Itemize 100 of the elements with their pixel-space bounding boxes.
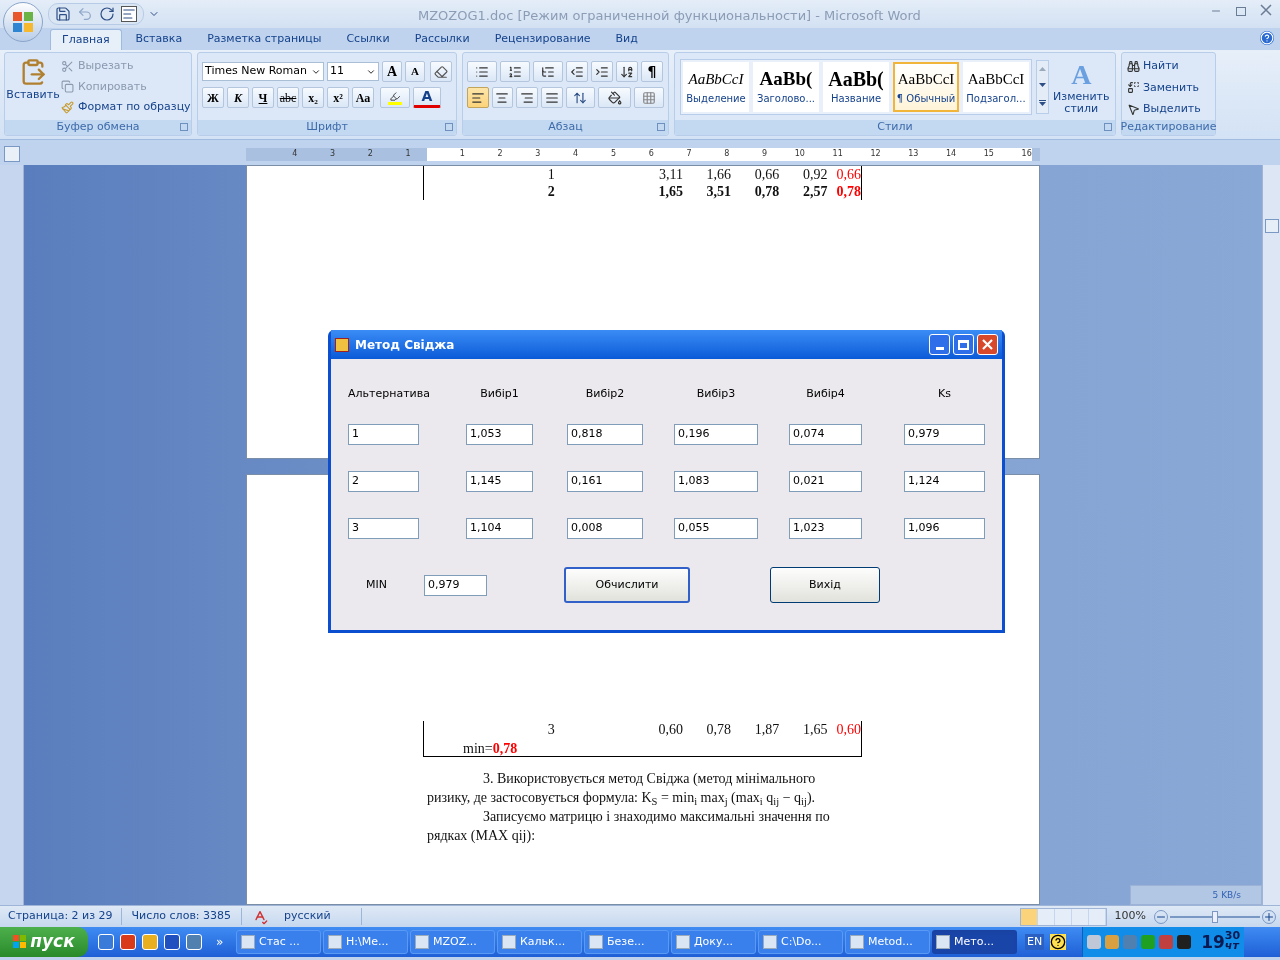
quick-launch-icon[interactable]: [186, 934, 202, 950]
shading-button[interactable]: [598, 87, 632, 108]
vertical-scrollbar[interactable]: [1262, 165, 1280, 905]
grow-font-button[interactable]: A: [382, 61, 402, 82]
format-button[interactable]: К: [227, 87, 249, 108]
zoom-slider[interactable]: [1170, 910, 1260, 923]
value-field[interactable]: 1,145: [466, 471, 533, 492]
dialog-launcher-icon[interactable]: [445, 123, 453, 131]
taskbar-button[interactable]: Мето...: [932, 930, 1017, 954]
increase-indent-button[interactable]: [591, 61, 613, 82]
value-field[interactable]: 0,196: [674, 424, 758, 445]
decrease-indent-button[interactable]: [566, 61, 588, 82]
highlight-button[interactable]: [380, 87, 410, 108]
ribbon-tab[interactable]: Разметка страницы: [196, 29, 333, 50]
value-field[interactable]: 0,161: [567, 471, 643, 492]
tray-icon[interactable]: [1177, 935, 1192, 949]
value-field[interactable]: 0,074: [789, 424, 862, 445]
bullets-button[interactable]: [467, 61, 497, 82]
value-field[interactable]: 1,083: [674, 471, 758, 492]
editing-button[interactable]: Найти: [1127, 58, 1210, 75]
value-field[interactable]: 3: [348, 518, 419, 539]
ribbon-tab[interactable]: Вид: [604, 29, 649, 50]
style-item[interactable]: AaBbCcI Подзагол...: [963, 61, 1029, 112]
quick-launch-icon[interactable]: [120, 934, 136, 950]
styles-scroll[interactable]: [1036, 59, 1049, 114]
line-spacing-button[interactable]: [565, 87, 596, 108]
close-button[interactable]: [977, 334, 998, 355]
format-button[interactable]: Aa: [352, 87, 374, 108]
align-right-button[interactable]: [516, 87, 538, 108]
font-name-field[interactable]: Times New Roman: [202, 62, 324, 81]
value-field[interactable]: 2: [348, 471, 419, 492]
value-field[interactable]: 1,053: [466, 424, 533, 445]
value-field[interactable]: 0,055: [674, 518, 758, 539]
tray-icon[interactable]: [1087, 935, 1102, 949]
shrink-font-button[interactable]: A: [405, 61, 425, 82]
help-icon[interactable]: [1050, 934, 1067, 950]
value-field[interactable]: 1,104: [466, 518, 533, 539]
quick-launch-icon[interactable]: [98, 934, 114, 950]
ribbon-tab[interactable]: Ссылки: [335, 29, 401, 50]
style-item[interactable]: AaBb( Заголово...: [753, 61, 819, 112]
value-field[interactable]: 0,008: [567, 518, 643, 539]
minimize-button[interactable]: [929, 334, 950, 355]
taskbar-button[interactable]: Безе...: [584, 930, 669, 954]
style-item[interactable]: AaBb( Название: [823, 61, 889, 112]
multilevel-list-button[interactable]: [533, 61, 563, 82]
taskbar-button[interactable]: Стас ...: [236, 930, 321, 954]
dialog-launcher-icon[interactable]: [1104, 123, 1112, 131]
numbering-button[interactable]: [500, 61, 530, 82]
taskbar-button[interactable]: Кальк...: [497, 930, 582, 954]
change-styles-button[interactable]: A Изменить стили: [1052, 58, 1110, 115]
close-icon[interactable]: [1260, 4, 1272, 18]
sort-button[interactable]: [616, 61, 638, 82]
format-button[interactable]: Ч: [252, 87, 274, 108]
page-count[interactable]: Страница: 2 из 29: [0, 908, 122, 925]
save-icon[interactable]: [55, 6, 71, 22]
ribbon-tab[interactable]: Рецензирование: [483, 29, 602, 50]
taskbar-button[interactable]: C:\Do...: [758, 930, 843, 954]
font-size-field[interactable]: 11: [327, 62, 379, 81]
ribbon-tab[interactable]: Вставка: [124, 29, 194, 50]
dialog-launcher-icon[interactable]: [657, 123, 665, 131]
format-button[interactable]: x₂: [302, 87, 324, 108]
spelling-icon[interactable]: [252, 908, 269, 925]
restore-icon[interactable]: [1236, 7, 1246, 16]
language-status[interactable]: русский: [284, 908, 362, 925]
editing-button[interactable]: Выделить: [1127, 101, 1210, 118]
office-button[interactable]: [3, 2, 43, 42]
tab-selector[interactable]: [4, 146, 20, 162]
format-button[interactable]: Ж: [202, 87, 224, 108]
value-field[interactable]: 1,124: [904, 471, 985, 492]
taskbar-button[interactable]: H:\Ме...: [323, 930, 408, 954]
value-field[interactable]: 0,021: [789, 471, 862, 492]
format-painter-button[interactable]: Формат по образцу: [61, 99, 191, 116]
font-color-button[interactable]: A: [413, 87, 441, 108]
language-indicator[interactable]: EN: [1025, 933, 1045, 951]
align-left-button[interactable]: [467, 87, 489, 108]
min-field[interactable]: 0,979: [424, 574, 487, 596]
zoom-level[interactable]: 100%: [1114, 908, 1146, 925]
format-button[interactable]: abc: [277, 87, 299, 108]
value-field[interactable]: 0,818: [567, 424, 643, 445]
style-item[interactable]: AaBbCcI ¶ Обычный: [893, 61, 959, 112]
editing-button[interactable]: Заменить: [1127, 79, 1210, 96]
value-field[interactable]: 1,096: [904, 518, 985, 539]
taskbar-button[interactable]: Доку...: [671, 930, 756, 954]
maximize-button[interactable]: [953, 334, 974, 355]
quick-launch-icon[interactable]: [164, 934, 180, 950]
redo-icon[interactable]: [99, 6, 115, 22]
taskbar-button[interactable]: Metod...: [845, 930, 930, 954]
ruler[interactable]: 4 3 2 1 1 2 3 4 5 6 7 8 9 10 11 12 13 14 15 16: [246, 147, 1040, 161]
value-field[interactable]: 1,023: [789, 518, 862, 539]
paste-button[interactable]: Вставить: [5, 53, 61, 120]
word-count[interactable]: Число слов: 3385: [121, 908, 243, 925]
paragraph-icon[interactable]: [121, 6, 137, 22]
style-item[interactable]: AaBbCcI Выделение: [683, 61, 749, 112]
justify-button[interactable]: [540, 87, 563, 108]
format-button[interactable]: x²: [327, 87, 349, 108]
ribbon-tab[interactable]: Главная: [50, 29, 122, 50]
ribbon-tab[interactable]: Рассылки: [403, 29, 481, 50]
taskbar-button[interactable]: MZOZ...: [410, 930, 495, 954]
value-field[interactable]: 1: [348, 424, 419, 445]
dialog-launcher-icon[interactable]: [180, 123, 188, 131]
